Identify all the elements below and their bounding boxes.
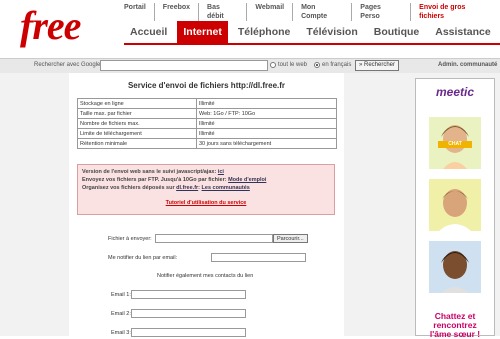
upload-panel: Service d'envoi de fichiers http://dl.fr… [69,73,344,337]
info-table: Stockage en ligne Illimité Taille max. p… [77,98,337,149]
tab-accueil[interactable]: Accueil [124,21,173,43]
notify-email-input[interactable] [211,253,306,262]
top-link-pages-perso[interactable]: Pages Perso [351,3,410,21]
chat-badge: CHAT [438,141,472,148]
notify-label: Me notifier du lien par email: [108,255,178,261]
info-label: Stockage en ligne [77,98,197,109]
ad-slogan-line: l'âme sœur ! [429,329,481,339]
table-row: Nombre de fichiers max. Illimité [77,118,337,129]
nav-underline [124,43,500,45]
search-input[interactable] [100,60,268,71]
top-link-mon-compte[interactable]: Mon Compte [292,3,351,21]
tutorial-link[interactable]: Tutoriel d'utilisation du service [78,200,334,206]
table-row: Rétention minimale 30 jours sans télécha… [77,138,337,149]
notice-text-3: Organisez vos fichiers déposés sur [82,185,177,191]
notice-line-2: Envoyez vos fichiers par FTP. Jusqu'à 10… [82,177,266,183]
tab-assistance[interactable]: Assistance [429,21,496,43]
search-bar: Rechercher avec Google tout le web en fr… [0,58,500,74]
ad-photo-woman-2 [429,241,481,293]
browse-button[interactable]: Parcourir... [273,234,308,243]
email1-label: Email 1: [111,292,131,298]
link-dl-free-fr[interactable]: dl.free.fr [176,185,198,191]
file-label: Fichier à envoyer: [108,236,152,242]
radio-tout-le-web-label: tout le web [278,62,308,68]
tab-television[interactable]: Télévision [300,21,363,43]
tab-internet[interactable]: Internet [177,21,228,43]
ad-slogan: Chattez et rencontrez l'âme sœur ! [416,312,494,339]
table-row: Stockage en ligne Illimité [77,98,337,109]
free-logo[interactable]: free [20,2,81,49]
link-communautes[interactable]: Les communautés [202,185,250,191]
email3-label: Email 3: [111,330,131,336]
tab-telephone[interactable]: Téléphone [232,21,297,43]
info-value: Illimité [196,128,337,139]
info-value: 30 jours sans téléchargement [196,138,337,149]
main-area: Service d'envoi de fichiers http://dl.fr… [0,73,500,339]
link-ici[interactable]: ici [218,169,224,175]
meetic-ad-banner[interactable]: meetic CHAT Chattez et rencontrez l'âme … [415,78,495,339]
notice-line-3: Organisez vos fichiers déposés sur dl.fr… [82,185,250,191]
radio-en-francais-label: en français [322,62,352,68]
notice-box: Version de l'envoi web sans le suivi jav… [77,164,335,215]
info-label: Limite de téléchargement [77,128,197,139]
site-header: free Portail Freebox Bas débit Webmail M… [0,0,500,58]
file-input[interactable] [155,234,273,243]
notice-text-2: Envoyez vos fichiers par FTP. Jusqu'à 10… [82,177,229,183]
tab-boutique[interactable]: Boutique [368,21,426,43]
main-nav: Accueil Internet Téléphone Télévision Bo… [124,21,500,43]
top-link-webmail[interactable]: Webmail [246,3,292,21]
info-value: Illimité [196,98,337,109]
info-label: Taille max. par fichier [77,108,197,119]
email2-label: Email 2: [111,311,131,317]
ad-photo-man [429,179,481,231]
email2-input[interactable] [131,309,246,318]
top-link-freebox[interactable]: Freebox [153,3,198,21]
contacts-label: Notifier également mes contacts du lien [157,273,254,279]
notice-line-1: Version de l'envoi web sans le suivi jav… [82,169,224,175]
table-row: Limite de téléchargement Illimité [77,128,337,139]
link-mode-emploi[interactable]: Mode d'emploi [228,177,266,183]
radio-en-francais[interactable] [314,62,320,68]
search-label: Rechercher avec Google [34,62,101,68]
info-value: Illimité [196,118,337,129]
table-row: Taille max. par fichier Web: 1Go / FTP: … [77,108,337,119]
info-label: Rétention minimale [77,138,197,149]
meetic-logo: meetic [435,85,475,99]
top-link-bas-debit[interactable]: Bas débit [198,3,246,21]
info-label: Nombre de fichiers max. [77,118,197,129]
info-value: Web: 1Go / FTP: 10Go [196,108,337,119]
page-title: Service d'envoi de fichiers http://dl.fr… [127,81,286,90]
top-links: Portail Freebox Bas débit Webmail Mon Co… [124,3,500,21]
notice-text-1: Version de l'envoi web sans le suivi jav… [82,169,218,175]
top-link-envoi-gros-fichiers[interactable]: Envoi de gros fichiers [410,3,500,21]
email1-input[interactable] [131,290,246,299]
admin-communaute-link[interactable]: Admin. communauté [438,62,497,68]
top-link-portail[interactable]: Portail [124,3,154,21]
radio-tout-le-web[interactable] [270,62,276,68]
search-button[interactable]: » Rechercher [355,60,400,71]
